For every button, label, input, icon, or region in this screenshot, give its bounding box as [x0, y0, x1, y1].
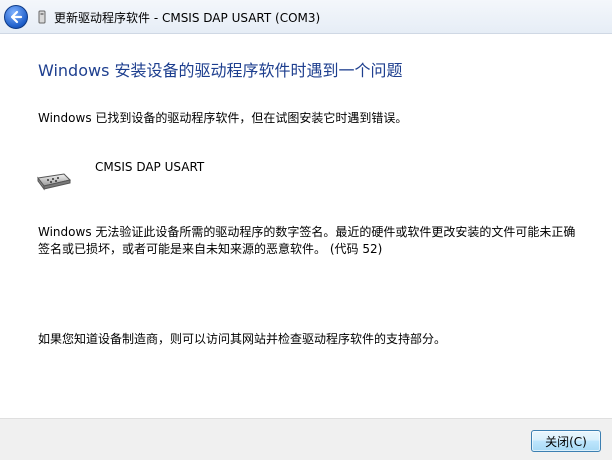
found-message: Windows 已找到设备的驱动程序软件，但在试图安装它时遇到错误。	[38, 111, 408, 125]
window-title: 更新驱动程序软件 - CMSIS DAP USART (COM3)	[54, 11, 321, 25]
error-message: Windows 无法验证此设备所需的驱动程序的数字签名。最近的硬件或软件更改安装…	[38, 225, 576, 256]
device-icon	[37, 10, 47, 24]
back-arrow-icon[interactable]	[4, 5, 28, 29]
close-button[interactable]: 关闭(C)	[531, 430, 601, 452]
device-name: CMSIS DAP USART	[95, 160, 205, 174]
serial-port-device-icon	[34, 170, 74, 192]
dialog-content: Windows 安装设备的驱动程序软件时遇到一个问题 Windows 已找到设备…	[0, 34, 612, 418]
title-bar: 更新驱动程序软件 - CMSIS DAP USART (COM3)	[0, 0, 612, 34]
dialog-footer: 关闭(C)	[0, 418, 612, 460]
page-title: Windows 安装设备的驱动程序软件时遇到一个问题	[38, 61, 403, 80]
help-message: 如果您知道设备制造商，则可以访问其网站并检查驱动程序软件的支持部分。	[38, 332, 447, 346]
